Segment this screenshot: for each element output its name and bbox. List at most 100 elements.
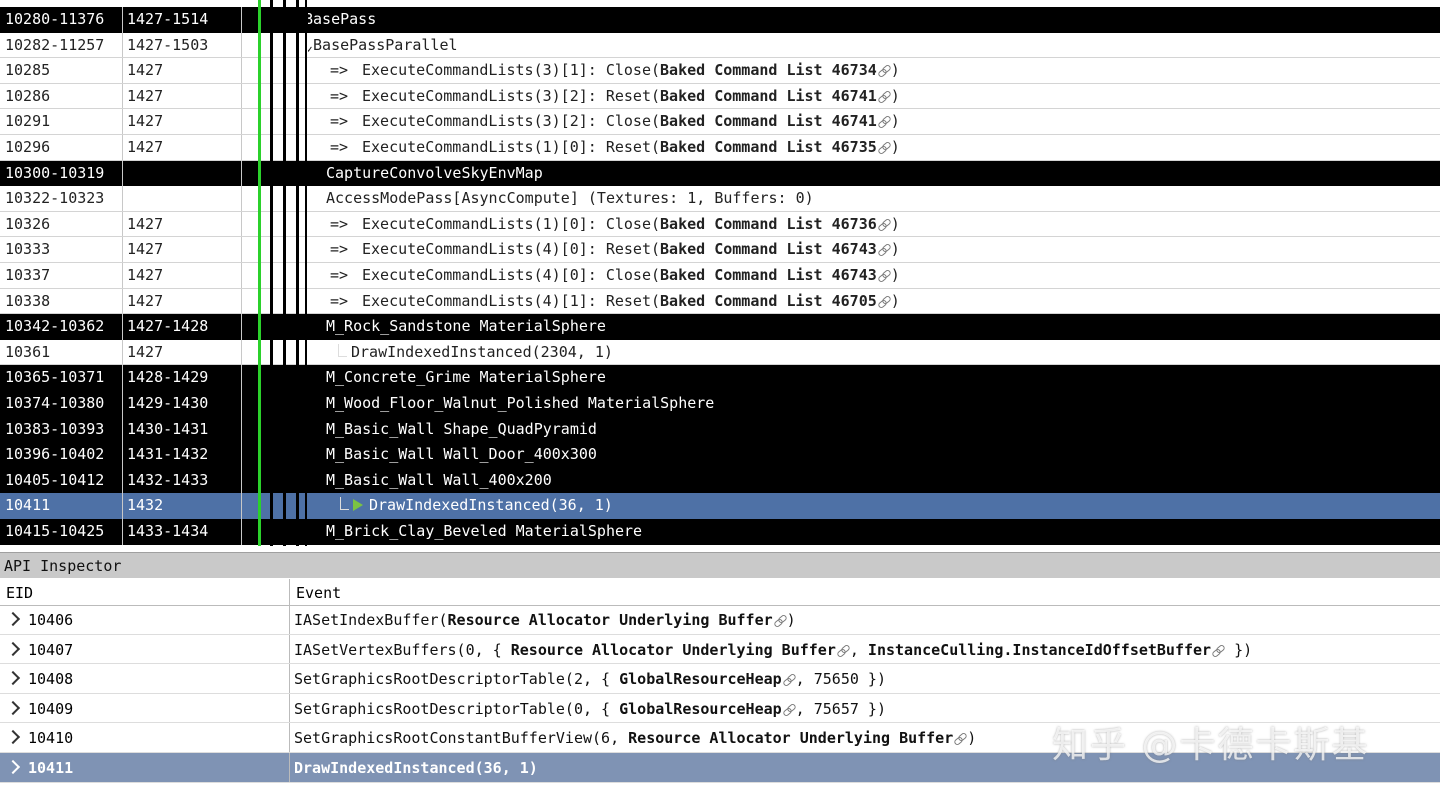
chevron-right-icon[interactable] <box>5 759 21 775</box>
link-icon[interactable] <box>878 219 891 230</box>
api-eid-text: 10406 <box>28 611 74 629</box>
event-row[interactable]: 10342-10362 1427-1428 M_Rock_Sandstone Mat… <box>0 314 1440 340</box>
chevron-right-icon[interactable] <box>5 671 21 686</box>
event-row[interactable]: 10296 1427 => ExecuteCommandLists(1)[0]: Re… <box>0 135 1440 161</box>
event-id-cell: 10383-10393 <box>0 416 123 443</box>
link-icon[interactable] <box>878 296 891 307</box>
link-icon[interactable] <box>837 645 850 656</box>
chevron-right-icon[interactable] <box>5 611 21 627</box>
resource-link[interactable]: Resource Allocator Underlying Buffer <box>511 641 836 659</box>
api-eid-text: 10407 <box>28 640 74 659</box>
api-call-row[interactable]: 10408 SetGraphicsRootDescriptorTable(2, {… <box>0 664 1440 694</box>
chevron-right-icon[interactable] <box>5 700 21 715</box>
draw-range-cell: 1427-1503 <box>123 32 242 58</box>
row-arrow: => <box>330 291 349 310</box>
draw-range-cell: 1431-1432 <box>123 442 242 468</box>
event-id-cell: 10291 <box>0 109 123 134</box>
event-name-tail: ) <box>890 266 900 284</box>
event-name-cell: M_Basic_Wall Shape_QuadPyramid <box>308 417 1440 443</box>
resource-link[interactable]: Baked Command List 46705 <box>660 292 877 310</box>
timeline-marker-line <box>258 0 261 546</box>
event-row[interactable]: 10326 1427 => ExecuteCommandLists(1)[0]: Cl… <box>0 211 1440 238</box>
link-icon[interactable] <box>783 674 796 685</box>
event-row[interactable]: 10374-10380 1429-1430 M_Wood_Floor_Walnut_… <box>0 391 1440 417</box>
api-event-cell: SetGraphicsRootDescriptorTable(0, { Glob… <box>294 694 886 724</box>
event-name-text: DrawIndexedInstanced(2304, 1) <box>351 342 613 361</box>
event-row[interactable]: 10285 1427 => ExecuteCommandLists(3)[1]: Cl… <box>0 58 1440 84</box>
api-event-cell: SetGraphicsRootConstantBufferView(6, Res… <box>294 723 976 753</box>
event-row[interactable]: 10322-10323 AccessModePass[AsyncCompute] … <box>0 186 1440 212</box>
link-icon[interactable] <box>878 142 891 153</box>
row-arrow: => <box>330 112 349 131</box>
event-row[interactable]: 10291 1427 => ExecuteCommandLists(3)[2]: Cl… <box>0 109 1440 135</box>
event-id-cell: 10282-11257 <box>0 32 123 58</box>
api-eid-cell: 10409 <box>0 693 290 723</box>
resource-link[interactable]: Baked Command List 46736 <box>660 215 877 233</box>
link-icon[interactable] <box>878 270 891 281</box>
event-row[interactable]: 10415-10425 1433-1434 M_Brick_Clay_Beveled… <box>0 519 1440 545</box>
event-name-tail: ) <box>890 291 900 310</box>
link-icon[interactable] <box>1212 645 1225 656</box>
resource-link[interactable]: InstanceCulling.InstanceIdOffsetBuffer <box>868 641 1211 659</box>
draw-range-cell: 1430-1431 <box>123 416 242 443</box>
event-name-cell: M_Concrete_Grime MaterialSphere <box>308 365 1440 391</box>
link-icon[interactable] <box>954 733 967 744</box>
event-row[interactable]: 10282-11257 1427-1503 ⌄BasePassParallel <box>0 32 1440 59</box>
event-row[interactable]: 10286 1427 => ExecuteCommandLists(3)[2]: Re… <box>0 83 1440 110</box>
row-arrow: => <box>330 214 349 233</box>
event-id-cell: 10342-10362 <box>0 314 123 340</box>
resource-link[interactable]: Baked Command List 46743 <box>660 266 877 284</box>
chevron-right-icon[interactable] <box>5 641 21 656</box>
link-icon[interactable] <box>774 615 787 626</box>
event-row[interactable]: 10338 1427 => ExecuteCommandLists(4)[1]: Re… <box>0 288 1440 315</box>
api-call-row[interactable]: 10407 IASetVertexBuffers(0, { Resource Al… <box>0 634 1440 665</box>
resource-link[interactable]: Baked Command List 46741 <box>660 87 877 105</box>
link-icon[interactable] <box>878 244 891 255</box>
event-row[interactable]: 10405-10412 1432-1433 M_Basic_Wall Wall_40… <box>0 467 1440 494</box>
event-name-cell: => ExecuteCommandLists(3)[1]: Close(Baked… <box>308 58 1440 83</box>
event-name-text: BasePass <box>308 10 377 28</box>
event-id-cell: 10365-10371 <box>0 365 123 391</box>
api-event-cell: IASetVertexBuffers(0, { Resource Allocat… <box>294 635 1252 665</box>
event-row[interactable]: 10411 1432 DrawIndexedInstanced(36, 1) <box>0 493 1440 519</box>
event-row[interactable]: 10333 1427 => ExecuteCommandLists(4)[0]: Re… <box>0 237 1440 263</box>
resource-link[interactable]: Resource Allocator Underlying Buffer <box>448 611 773 629</box>
event-row[interactable]: 10280-11376 1427-1514 BasePass <box>0 7 1440 33</box>
resource-link[interactable]: Baked Command List 46743 <box>660 240 877 258</box>
event-browser-table: 10280-11376 1427-1514 BasePass 10282-11257 1… <box>0 0 1440 546</box>
event-name-cell: => ExecuteCommandLists(3)[2]: Close(Baked… <box>308 109 1440 134</box>
resource-link[interactable]: Resource Allocator Underlying Buffer <box>628 729 953 747</box>
event-row[interactable]: 10396-10402 1431-1432 M_Basic_Wall Wall_Do… <box>0 442 1440 468</box>
column-header-eid[interactable]: EID <box>0 579 290 605</box>
event-row[interactable]: 10337 1427 => ExecuteCommandLists(4)[0]: Cl… <box>0 263 1440 289</box>
api-eid-text: 10408 <box>28 670 74 689</box>
resource-link[interactable]: Baked Command List 46741 <box>660 112 877 130</box>
link-icon[interactable] <box>878 116 891 127</box>
draw-range-cell: 1427 <box>123 237 242 262</box>
event-row[interactable]: 10361 1427 DrawIndexedInstanced(2304, 1) <box>0 339 1440 366</box>
api-call-text: DrawIndexedInstanced(36, 1) <box>294 759 538 777</box>
event-row[interactable]: 10383-10393 1430-1431 M_Basic_Wall Shape_Q… <box>0 416 1440 443</box>
chevron-right-icon[interactable] <box>5 730 21 745</box>
api-call-text: IASetVertexBuffers(0, { <box>294 640 511 659</box>
draw-range-cell: 1433-1434 <box>123 519 242 545</box>
event-name-text: ExecuteCommandLists(4)[1]: Reset( <box>362 291 661 310</box>
event-name-text: M_Brick_Clay_Beveled MaterialSphere <box>326 522 643 540</box>
resource-link[interactable]: GlobalResourceHeap <box>619 700 782 718</box>
resource-link[interactable]: Baked Command List 46735 <box>660 138 877 156</box>
event-row[interactable]: 10300-10319 CaptureConvolveSkyEnvMap <box>0 160 1440 187</box>
event-name-cell: M_Basic_Wall Wall_Door_400x300 <box>308 442 1440 468</box>
api-call-row[interactable]: 10406 IASetIndexBuffer(Resource Allocator… <box>0 605 1440 635</box>
link-icon[interactable] <box>878 65 891 76</box>
resource-link[interactable]: Baked Command List 46734 <box>660 61 877 79</box>
event-name-text: M_Rock_Sandstone MaterialSphere <box>326 317 606 336</box>
link-icon[interactable] <box>783 704 796 715</box>
event-row[interactable]: 10365-10371 1428-1429 M_Concrete_Grime Mat… <box>0 365 1440 391</box>
event-name-cell: M_Basic_Wall Wall_400x200 <box>308 468 1440 494</box>
hierarchy-bar <box>270 0 273 546</box>
event-name-cell: => ExecuteCommandLists(4)[0]: Reset(Baked… <box>308 237 1440 262</box>
link-icon[interactable] <box>878 91 891 102</box>
resource-link[interactable]: GlobalResourceHeap <box>619 670 782 688</box>
hierarchy-bar <box>296 0 299 546</box>
column-header-event[interactable]: Event <box>290 579 341 607</box>
